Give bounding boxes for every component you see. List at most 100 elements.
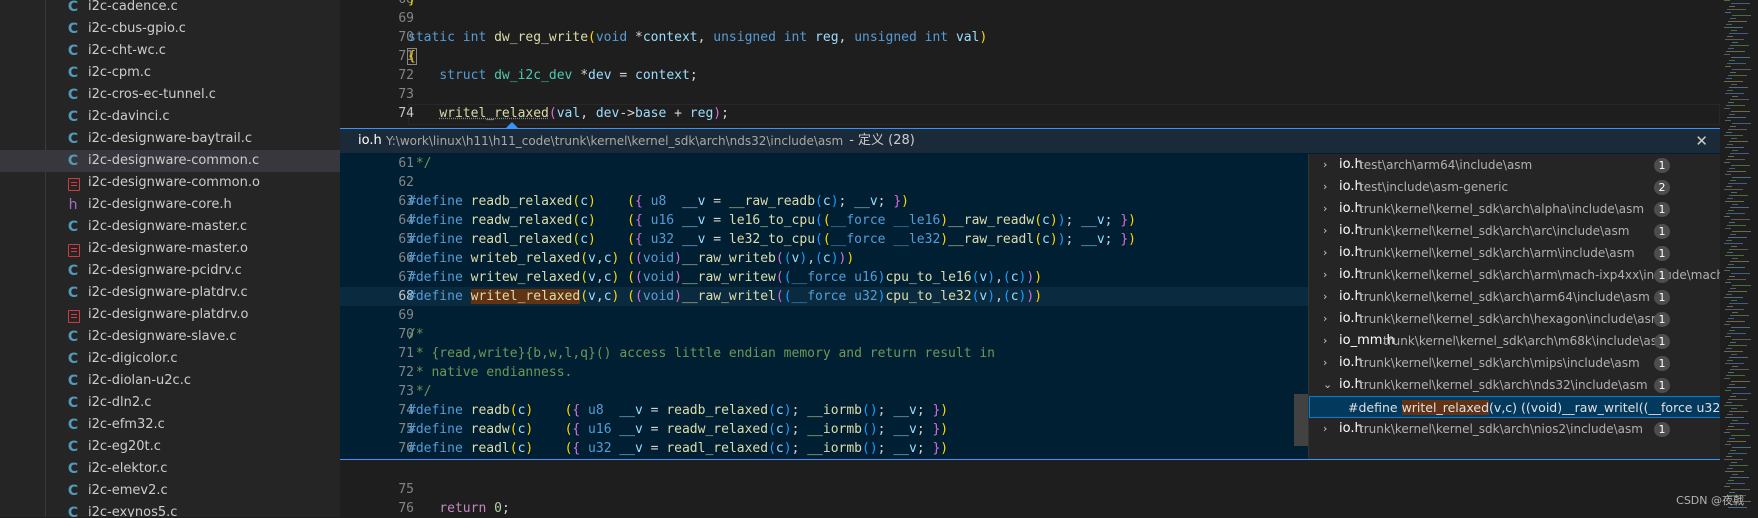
minimap-line bbox=[1728, 102, 1734, 103]
file-item[interactable]: Ci2c-exynos5.c bbox=[0, 502, 340, 517]
reference-group[interactable]: › io.h trunk\kernel\kernel_sdk\arch\hexago… bbox=[1309, 308, 1720, 330]
reference-group[interactable]: › io.h test\include\asm-generic 2 bbox=[1309, 176, 1720, 198]
file-item[interactable]: Ci2c-cht-wc.c bbox=[0, 40, 340, 62]
peek-reference-list[interactable]: › io.h test\arch\arm64\include\asm 1 › io.h te… bbox=[1308, 154, 1720, 459]
file-name: i2c-cpm.c bbox=[88, 65, 152, 80]
object-file-icon bbox=[68, 310, 80, 323]
close-icon[interactable]: ✕ bbox=[1695, 129, 1708, 153]
file-item[interactable]: Ci2c-cadence.c bbox=[0, 0, 340, 18]
code-line: 70 static int dw_reg_write(void *context,… bbox=[340, 28, 1720, 47]
file-item[interactable]: Ci2c-dln2.c bbox=[0, 392, 340, 414]
c-file-icon: C bbox=[67, 263, 79, 279]
minimap-line bbox=[1726, 483, 1745, 484]
c-file-icon: C bbox=[67, 395, 79, 411]
code-line: 74 #define readb(c) ({ u8 __v = readb_rel… bbox=[340, 401, 1308, 420]
reference-group[interactable]: › io.h trunk\kernel\kernel_sdk\arch\arm\ma… bbox=[1309, 264, 1720, 286]
minimap-line bbox=[1726, 240, 1732, 241]
line-number: 75 bbox=[398, 482, 414, 497]
minimap-line bbox=[1729, 411, 1748, 412]
minimap-line bbox=[1730, 396, 1736, 397]
minimap-line bbox=[1729, 330, 1735, 331]
chevron-right-icon[interactable]: › bbox=[1323, 176, 1327, 198]
chevron-right-icon[interactable]: › bbox=[1323, 352, 1327, 374]
line-number: 68 bbox=[340, 0, 414, 9]
minimap-line bbox=[1724, 270, 1730, 271]
minimap[interactable] bbox=[1720, 0, 1758, 517]
file-item[interactable]: Ci2c-digicolor.c bbox=[0, 348, 340, 370]
file-item[interactable]: Ci2c-emev2.c bbox=[0, 480, 340, 502]
minimap-line bbox=[1725, 363, 1744, 364]
chevron-right-icon[interactable]: › bbox=[1323, 220, 1327, 242]
minimap-line bbox=[1724, 243, 1743, 244]
file-item[interactable]: Ci2c-eg20t.c bbox=[0, 436, 340, 458]
file-item[interactable]: Ci2c-diolan-u2c.c bbox=[0, 370, 340, 392]
minimap-line bbox=[1731, 219, 1750, 220]
code-line: 73 bbox=[340, 85, 1720, 104]
line-number: 74 bbox=[398, 403, 414, 418]
file-item[interactable]: Ci2c-designware-slave.c bbox=[0, 326, 340, 348]
file-item[interactable]: Ci2c-cbus-gpio.c bbox=[0, 18, 340, 40]
reference-group[interactable]: ⌄ io.h trunk\kernel\kernel_sdk\arch\nds32\… bbox=[1309, 374, 1720, 396]
file-item[interactable]: Ci2c-designware-common.c bbox=[0, 150, 340, 172]
file-name: i2c-designware-platdrv.c bbox=[88, 285, 248, 300]
reference-group[interactable]: › io_mm.h trunk\kernel\kernel_sdk\arch\m68… bbox=[1309, 330, 1720, 352]
minimap-line bbox=[1726, 321, 1745, 322]
file-item[interactable]: Ci2c-cpm.c bbox=[0, 62, 340, 84]
minimap-line bbox=[1730, 18, 1736, 19]
reference-path: trunk\kernel\kernel_sdk\arch\arm64\inclu… bbox=[1359, 290, 1650, 304]
peek-code-scrollbar[interactable] bbox=[1294, 394, 1308, 446]
file-item[interactable]: Ci2c-designware-baytrail.c bbox=[0, 128, 340, 150]
file-item[interactable]: i2c-designware-master.o bbox=[0, 238, 340, 260]
c-file-icon: C bbox=[67, 417, 79, 433]
match-prefix: #define bbox=[1348, 400, 1402, 415]
chevron-right-icon[interactable]: › bbox=[1323, 198, 1327, 220]
file-item[interactable]: Ci2c-davinci.c bbox=[0, 106, 340, 128]
reference-count-badge: 1 bbox=[1654, 224, 1670, 239]
chevron-right-icon[interactable]: › bbox=[1323, 242, 1327, 264]
minimap-line bbox=[1728, 237, 1747, 238]
chevron-right-icon[interactable]: › bbox=[1323, 308, 1327, 330]
reference-group[interactable]: › io.h trunk\kernel\kernel_sdk\arch\alpha\… bbox=[1309, 198, 1720, 220]
reference-count-badge: 1 bbox=[1654, 290, 1670, 305]
peek-code-view[interactable]: 61 */ 62 63 #define readb_relaxed(c) ({ u… bbox=[340, 154, 1308, 459]
chevron-right-icon[interactable]: › bbox=[1323, 418, 1327, 440]
peek-file-title[interactable]: io.h bbox=[358, 129, 382, 153]
minimap-line bbox=[1728, 480, 1734, 481]
object-file-icon bbox=[68, 178, 80, 191]
reference-group[interactable]: › io.h trunk\kernel\kernel_sdk\arch\arm64\… bbox=[1309, 286, 1720, 308]
file-item[interactable]: Ci2c-designware-pcidrv.c bbox=[0, 260, 340, 282]
file-item[interactable]: i2c-designware-platdrv.o bbox=[0, 304, 340, 326]
reference-count-badge: 1 bbox=[1654, 246, 1670, 261]
file-item[interactable]: Ci2c-designware-platdrv.c bbox=[0, 282, 340, 304]
peek-definition-widget[interactable]: io.h Y:\work\linux\h11\h11_code\trunk\ke… bbox=[340, 128, 1720, 460]
file-name: i2c-designware-master.c bbox=[88, 219, 248, 234]
reference-group[interactable]: › io.h trunk\kernel\kernel_sdk\arch\nios2\… bbox=[1309, 418, 1720, 440]
file-item[interactable]: Ci2c-cros-ec-tunnel.c bbox=[0, 84, 340, 106]
file-item[interactable]: Ci2c-elektor.c bbox=[0, 458, 340, 480]
chevron-down-icon[interactable]: ⌄ bbox=[1323, 374, 1332, 396]
file-explorer: Ci2c-cadence.c Ci2c-cbus-gpio.c Ci2c-cht-w… bbox=[0, 0, 340, 517]
file-item[interactable]: h i2c-designware-core.h bbox=[0, 194, 340, 216]
file-item[interactable]: Ci2c-efm32.c bbox=[0, 414, 340, 436]
reference-group[interactable]: › io.h trunk\kernel\kernel_sdk\arch\arm\in… bbox=[1309, 242, 1720, 264]
minimap-line bbox=[1726, 429, 1745, 430]
file-item[interactable]: Ci2c-designware-master.c bbox=[0, 216, 340, 238]
reference-scrollbar[interactable] bbox=[1707, 154, 1720, 454]
file-name: i2c-efm32.c bbox=[88, 417, 165, 432]
chevron-right-icon[interactable]: › bbox=[1323, 330, 1327, 352]
reference-group[interactable]: › io.h test\arch\arm64\include\asm 1 bbox=[1309, 154, 1720, 176]
minimap-line bbox=[1727, 414, 1733, 415]
peek-file-path: Y:\work\linux\h11\h11_code\trunk\kernel\… bbox=[386, 134, 844, 148]
chevron-right-icon[interactable]: › bbox=[1323, 154, 1327, 176]
file-item[interactable]: i2c-designware-common.o bbox=[0, 172, 340, 194]
reference-group[interactable]: › io.h trunk\kernel\kernel_sdk\arch\arc\in… bbox=[1309, 220, 1720, 242]
minimap-line bbox=[1726, 456, 1732, 457]
chevron-right-icon[interactable]: › bbox=[1323, 286, 1327, 308]
reference-match-item[interactable]: #define writel_relaxed(v,c) ((void)__raw… bbox=[1309, 396, 1720, 418]
reference-group[interactable]: › io.h trunk\kernel\kernel_sdk\arch\mips\i… bbox=[1309, 352, 1720, 374]
minimap-line bbox=[1724, 0, 1730, 1]
minimap-line bbox=[1726, 24, 1732, 25]
chevron-right-icon[interactable]: › bbox=[1323, 264, 1327, 286]
c-file-icon: C bbox=[67, 87, 79, 103]
minimap-line bbox=[1725, 336, 1731, 337]
